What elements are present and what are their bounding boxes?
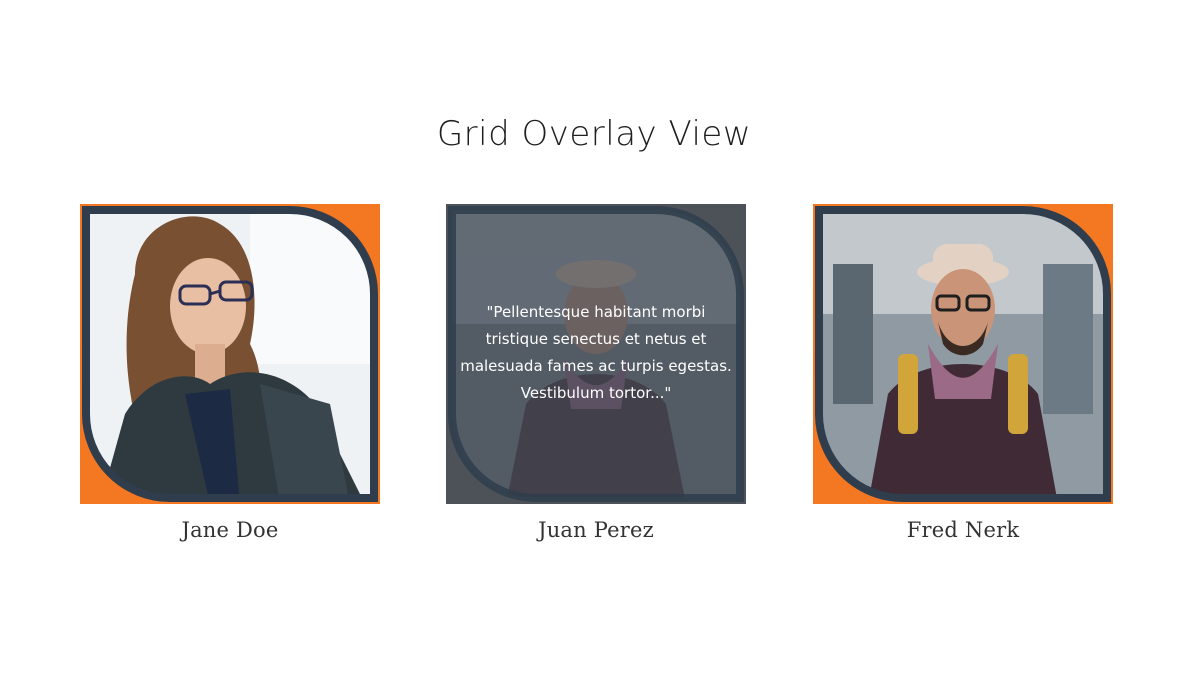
team-member-name[interactable]: Fred Nerk — [813, 518, 1113, 542]
team-member-name[interactable]: Jane Doe — [80, 518, 380, 542]
profile-photo-jane-doe — [80, 204, 380, 504]
page-title: Grid Overlay View — [436, 114, 752, 154]
testimonial-quote: "Pellentesque habitant morbi tristique s… — [460, 303, 732, 402]
team-card-jane-doe[interactable] — [80, 204, 380, 504]
profile-photo-fred-nerk — [813, 204, 1113, 504]
team-card-juan-perez[interactable]: "Pellentesque habitant morbi tristique s… — [446, 204, 746, 504]
team-member-name[interactable]: Juan Perez — [446, 518, 746, 542]
team-card-fred-nerk[interactable] — [813, 204, 1113, 504]
